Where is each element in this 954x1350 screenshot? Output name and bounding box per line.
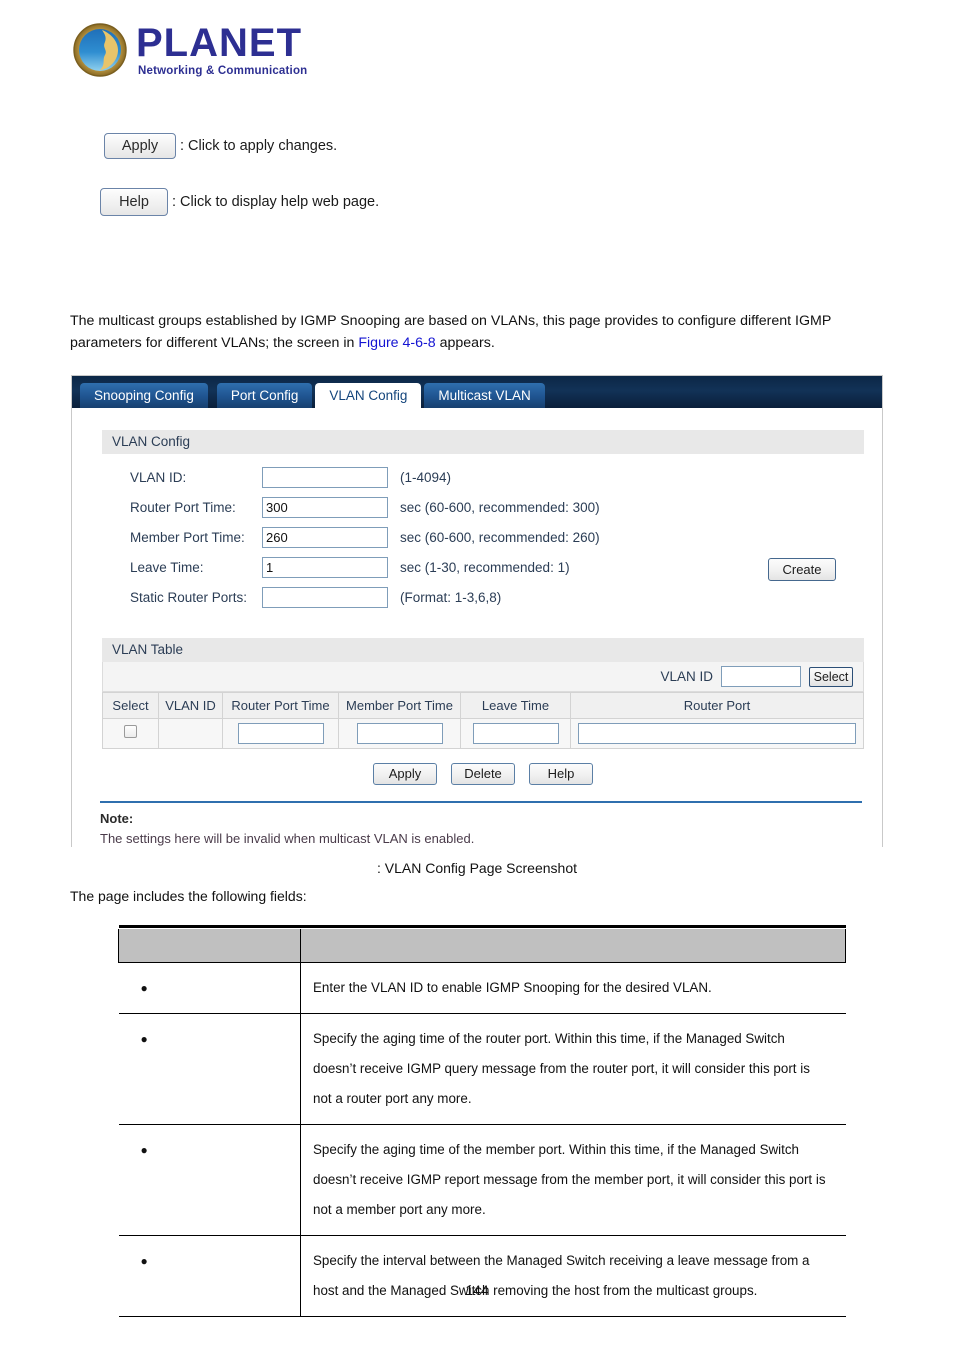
- form-row-leave-time: Leave Time: sec (1-30, recommended: 1): [102, 552, 882, 582]
- col-leave-time: Leave Time: [460, 692, 571, 719]
- note-text: The settings here will be invalid when m…: [100, 831, 475, 846]
- tab-port-config[interactable]: Port Config: [216, 383, 313, 408]
- cell-member-port-time: [338, 718, 461, 749]
- vlan-config-form: VLAN ID: (1-4094) Router Port Time: sec …: [102, 462, 882, 612]
- bullet-icon: ●: [140, 1143, 148, 1157]
- fields-table-header-row: [118, 928, 846, 963]
- panel-body: VLAN Config VLAN ID: (1-4094) Router Por…: [72, 430, 882, 869]
- cell-vlan-id: [158, 718, 223, 749]
- form-row-member-port-time: Member Port Time: sec (60-600, recommend…: [102, 522, 882, 552]
- bullet-icon: ●: [140, 1032, 148, 1046]
- fields-cell-description: Specify the aging time of the member por…: [300, 1124, 846, 1236]
- fields-cell-description: Enter the VLAN ID to enable IGMP Snoopin…: [300, 962, 846, 1014]
- table-row: ● Specify the aging time of the member p…: [118, 1124, 846, 1236]
- vlan-table-wrapper: VLAN ID Select Select VLAN ID Router Por…: [102, 662, 864, 785]
- planet-logo: PLANET Networking & Communication: [72, 22, 307, 78]
- col-router-port-time: Router Port Time: [222, 692, 339, 719]
- fields-header-description: [300, 928, 846, 963]
- fields-header-object: [118, 928, 301, 963]
- bullet-icon: ●: [140, 1254, 148, 1268]
- switch-web-ui-panel: Snooping Config Port Config VLAN Config …: [71, 375, 883, 869]
- tab-vlan-config[interactable]: VLAN Config: [315, 383, 422, 408]
- input-row-router-port[interactable]: [577, 723, 857, 744]
- figure-link[interactable]: Figure 4-6-8: [358, 335, 435, 351]
- help-button-sample[interactable]: Help: [100, 188, 168, 216]
- legend-row-help: Help : Click to display help web page.: [100, 188, 379, 216]
- apply-button[interactable]: Apply: [373, 763, 437, 785]
- fields-cell-object: ●: [118, 1013, 301, 1125]
- col-router-port: Router Port: [570, 692, 864, 719]
- hint-member-port-time: sec (60-600, recommended: 260): [400, 529, 600, 545]
- help-button[interactable]: Help: [529, 763, 593, 785]
- table-row: [102, 718, 864, 749]
- fields-lead-in: The page includes the following fields:: [70, 888, 307, 904]
- hint-router-port-time: sec (60-600, recommended: 300): [400, 499, 600, 515]
- help-button-description: : Click to display help web page.: [172, 194, 380, 210]
- vlan-config-section-title: VLAN Config: [102, 430, 864, 454]
- input-filter-vlan-id[interactable]: [721, 666, 801, 687]
- note-title: Note:: [100, 811, 134, 826]
- fields-cell-description: Specify the interval between the Managed…: [300, 1235, 846, 1317]
- cell-router-port-time: [222, 718, 339, 749]
- input-router-port-time[interactable]: [262, 496, 388, 518]
- table-row: ● Specify the interval between the Manag…: [118, 1235, 846, 1317]
- label-leave-time: Leave Time:: [130, 559, 204, 575]
- vlan-table: Select VLAN ID Router Port Time Member P…: [102, 692, 864, 749]
- tab-multicast-vlan[interactable]: Multicast VLAN: [424, 383, 545, 408]
- figure-caption: : VLAN Config Page Screenshot: [376, 860, 577, 876]
- label-member-port-time: Member Port Time:: [130, 529, 245, 545]
- row-checkbox[interactable]: [124, 724, 137, 738]
- table-row: ● Enter the VLAN ID to enable IGMP Snoop…: [118, 962, 846, 1014]
- delete-button[interactable]: Delete: [451, 763, 515, 785]
- brand-name: PLANET: [136, 20, 302, 65]
- input-leave-time[interactable]: [262, 556, 388, 578]
- label-filter-vlan-id: VLAN ID: [660, 669, 713, 684]
- input-static-router-ports[interactable]: [262, 586, 388, 608]
- vlan-table-section-title: VLAN Table: [102, 638, 864, 662]
- legend-row-apply: Apply : Click to apply changes.: [104, 133, 337, 159]
- action-button-row: Apply Delete Help: [102, 763, 864, 785]
- tab-bar: Snooping Config Port Config VLAN Config …: [72, 376, 882, 408]
- label-static-router-ports: Static Router Ports:: [130, 589, 248, 605]
- select-button[interactable]: Select: [809, 666, 853, 687]
- hint-static-router-ports: (Format: 1-3,6,8): [400, 589, 502, 605]
- fields-cell-object: ●: [118, 962, 301, 1014]
- vlan-table-header-row: Select VLAN ID Router Port Time Member P…: [102, 692, 864, 719]
- apply-button-sample[interactable]: Apply: [104, 133, 176, 159]
- cell-select[interactable]: [102, 718, 159, 749]
- label-vlan-id: VLAN ID:: [130, 469, 187, 485]
- input-row-router-port-time[interactable]: [237, 723, 324, 744]
- form-row-static-router-ports: Static Router Ports: (Format: 1-3,6,8): [102, 582, 882, 612]
- fields-cell-object: ●: [118, 1124, 301, 1236]
- form-row-vlan-id: VLAN ID: (1-4094): [102, 462, 882, 492]
- input-row-member-port-time[interactable]: [356, 723, 443, 744]
- col-vlan-id: VLAN ID: [158, 692, 223, 719]
- col-member-port-time: Member Port Time: [338, 692, 461, 719]
- cell-router-port: [570, 718, 864, 749]
- create-button[interactable]: Create: [768, 558, 836, 581]
- planet-globe-logo-icon: [72, 22, 128, 78]
- cell-leave-time: [460, 718, 571, 749]
- intro-text-after: appears.: [435, 335, 495, 351]
- note-divider: [100, 801, 862, 803]
- bullet-icon: ●: [140, 981, 148, 995]
- tab-snooping-config[interactable]: Snooping Config: [80, 383, 208, 408]
- intro-paragraph: The multicast groups established by IGMP…: [70, 310, 870, 354]
- apply-button-description: : Click to apply changes.: [180, 138, 338, 154]
- form-row-router-port-time: Router Port Time: sec (60-600, recommend…: [102, 492, 882, 522]
- hint-leave-time: sec (1-30, recommended: 1): [400, 559, 570, 575]
- vlan-table-filter-bar: VLAN ID Select: [102, 662, 864, 692]
- input-vlan-id[interactable]: [262, 466, 388, 488]
- hint-vlan-id: (1-4094): [400, 469, 452, 485]
- fields-cell-description: Specify the aging time of the router por…: [300, 1013, 846, 1125]
- input-member-port-time[interactable]: [262, 526, 388, 548]
- table-row: ● Specify the aging time of the router p…: [118, 1013, 846, 1125]
- page-number: 144: [465, 1282, 489, 1298]
- input-row-leave-time[interactable]: [472, 723, 559, 744]
- brand-tagline: Networking & Communication: [138, 64, 308, 77]
- fields-cell-object: ●: [118, 1235, 301, 1317]
- fields-table: ● Enter the VLAN ID to enable IGMP Snoop…: [118, 925, 846, 1317]
- label-router-port-time: Router Port Time:: [130, 499, 236, 515]
- col-select: Select: [102, 692, 159, 719]
